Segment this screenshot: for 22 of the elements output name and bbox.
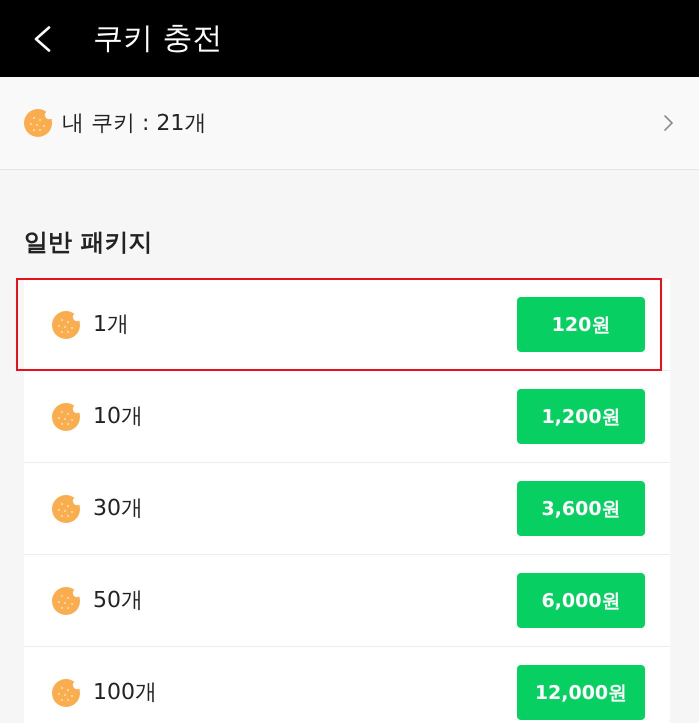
cookie-balance-label: 내 쿠키 : 21개 — [62, 110, 208, 138]
price-button[interactable]: 3,600원 — [517, 481, 645, 536]
package-amount: 30개 — [93, 495, 144, 523]
cookie-icon — [52, 679, 80, 707]
price-button[interactable]: 6,000원 — [517, 573, 645, 628]
cookie-icon — [52, 587, 80, 615]
package-amount: 10개 — [93, 403, 144, 431]
package-amount: 100개 — [93, 679, 158, 707]
package-amount: 50개 — [93, 587, 144, 615]
cookie-icon — [52, 403, 80, 431]
page-title: 쿠키 충전 — [93, 20, 223, 58]
back-button[interactable] — [32, 24, 52, 52]
package-amount: 1개 — [93, 311, 130, 339]
price-button[interactable]: 120원 — [517, 297, 645, 352]
cookie-icon — [52, 495, 80, 523]
back-chevron-icon — [33, 26, 51, 52]
cookie-icon — [52, 311, 80, 339]
price-button[interactable]: 1,200원 — [517, 389, 645, 444]
section-title: 일반 패키지 — [24, 227, 154, 258]
cookie-icon — [24, 109, 52, 137]
price-button[interactable]: 12,000원 — [517, 665, 645, 720]
chevron-right-icon — [664, 115, 673, 131]
